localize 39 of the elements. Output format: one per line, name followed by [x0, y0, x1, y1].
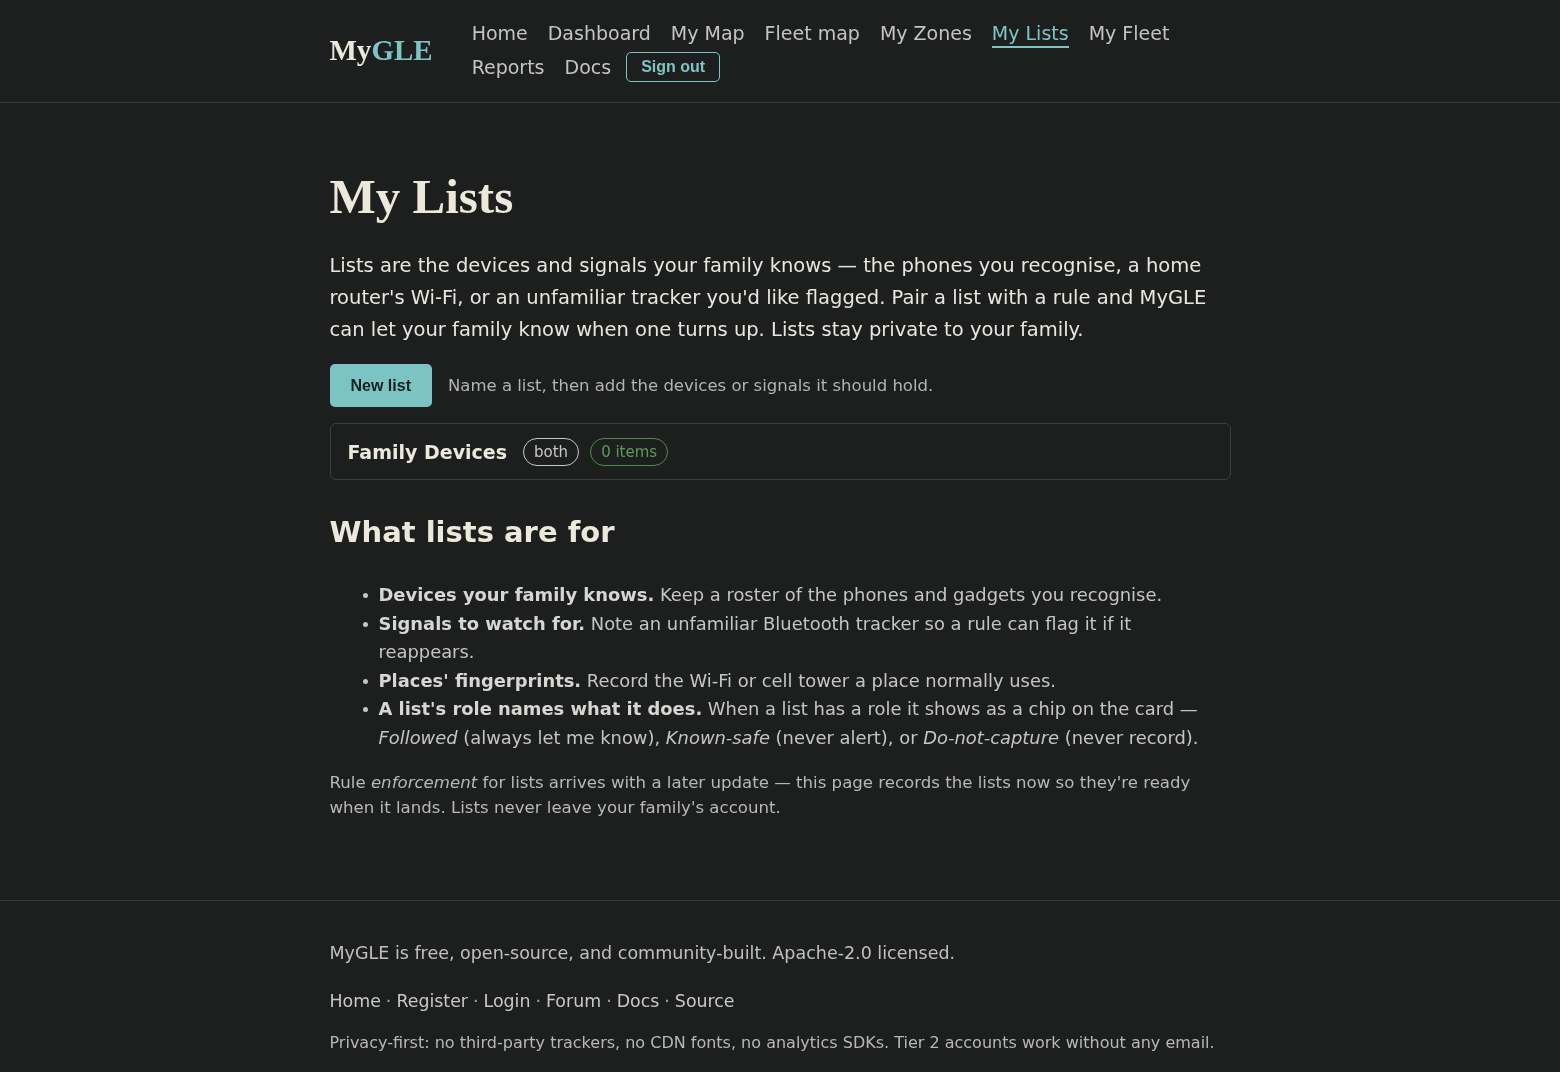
bullet-icon: [362, 707, 368, 712]
link-separator: ·: [385, 990, 392, 1013]
nav-link[interactable]: Fleet map: [764, 18, 860, 48]
hint-text: Name a list, then add the devices or signals it should hold.: [447, 376, 934, 395]
nav-link[interactable]: Home: [471, 18, 528, 48]
list-item-text: Places' fingerprints. Record the Wi-Fi or cell tower a place normally uses.: [378, 668, 1056, 693]
nav-link[interactable]: Reports: [471, 52, 545, 82]
link-separator: ·: [606, 990, 612, 1013]
bullet-icon: [362, 678, 368, 684]
nav-link[interactable]: My Fleet: [1088, 18, 1170, 48]
nav-link[interactable]: My Zones: [879, 18, 972, 48]
footer-link[interactable]: Forum: [546, 987, 602, 1015]
footer-link[interactable]: Register: [396, 987, 468, 1015]
section-heading: What lists are for: [329, 514, 616, 550]
note-paragraph: Rule enforcement for lists arrives with a later update — this page records the lists now so they're ready when it lands. Lists never leave your family's account.: [329, 772, 1192, 819]
nav-link[interactable]: Docs: [564, 52, 612, 82]
footer-tagline: MyGLE is free, open-source, and community-built. Apache-2.0 licensed.: [329, 942, 957, 965]
bullet-icon: [362, 593, 368, 598]
nav-link[interactable]: My Map: [670, 18, 745, 48]
list-item-text: Devices your family knows. Keep a roster of the phones and gadgets you recognise.: [378, 583, 1163, 607]
intro-paragraph: Lists are the devices and signals your family knows — the phones you recognise, a home router's Wi-Fi, or an unfamiliar tracker you'd like flagged. Pair a list with a rule and MyGLE can let your family know when one turns up. Lists stay private to your family.: [329, 253, 1208, 343]
site-logo[interactable]: MyGLE: [329, 33, 433, 67]
privacy-note: Privacy-first: no third-party trackers, no CDN fonts, no analytics SDKs. Tier 2 accounts work without any email.: [329, 1032, 1216, 1054]
list-name: Family Devices: [347, 440, 508, 463]
list-item-text: Signals to watch for. Note an unfamiliar Bluetooth tracker so a rule can flag it if it reappears.: [378, 611, 1133, 664]
nav-link[interactable]: My Lists: [991, 18, 1069, 48]
nav-link[interactable]: Dashboard: [547, 18, 651, 48]
link-separator: ·: [473, 990, 479, 1013]
link-separator: ·: [664, 990, 670, 1013]
list-item-text: A list's role names what it does. When a list has a role it shows as a chip on the card — Followed (always let me know), Known-safe (never alert), or Do-not-capture (never record).: [378, 697, 1200, 750]
footer-link[interactable]: Docs: [616, 987, 660, 1015]
new-list-button[interactable]: New list: [329, 364, 432, 407]
link-separator: ·: [535, 990, 541, 1013]
footer-link[interactable]: Login: [483, 987, 531, 1015]
page-title: My Lists: [329, 168, 515, 226]
footer-link[interactable]: Home: [329, 987, 381, 1015]
bullet-icon: [362, 621, 368, 627]
footer-link[interactable]: Source: [674, 987, 735, 1015]
sign-out-button[interactable]: Sign out: [626, 52, 721, 82]
